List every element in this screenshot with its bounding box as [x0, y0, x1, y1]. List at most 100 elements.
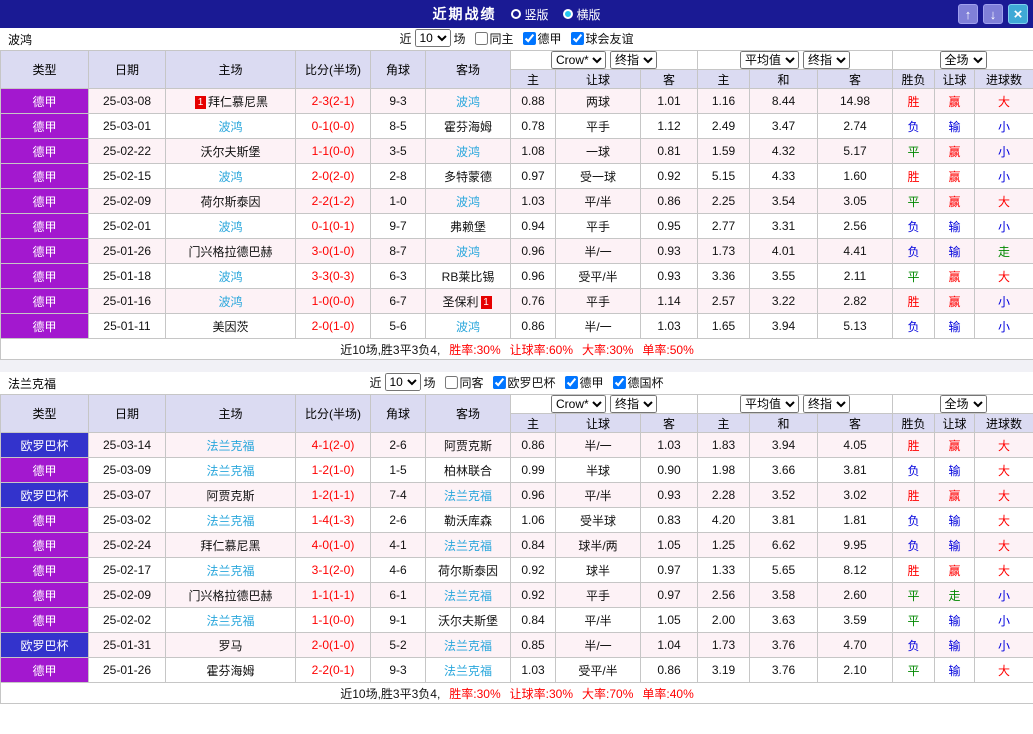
- filter-checkbox-item[interactable]: 德国杯: [613, 374, 664, 391]
- odds-company-select[interactable]: Crow*: [551, 51, 606, 69]
- filter-checkbox[interactable]: [474, 32, 487, 45]
- scroll-down-button[interactable]: ↓: [983, 4, 1003, 24]
- score-cell[interactable]: 1-1(0-0): [296, 139, 371, 164]
- away-team-name[interactable]: 法兰克福: [444, 539, 492, 553]
- home-team-name[interactable]: 波鸿: [218, 270, 242, 284]
- scroll-up-button[interactable]: ↑: [958, 4, 978, 24]
- filter-checkbox-item[interactable]: 德甲: [565, 374, 604, 391]
- filter-checkbox-item[interactable]: 同客: [444, 374, 483, 391]
- score-cell[interactable]: 3-1(2-0): [296, 558, 371, 583]
- layout-radio-vertical[interactable]: 竖版: [510, 6, 548, 23]
- home-team-name[interactable]: 波鸿: [218, 120, 242, 134]
- score-cell[interactable]: 0-1(0-0): [296, 114, 371, 139]
- handicap-result-cell: 赢: [935, 139, 975, 164]
- away-team-name[interactable]: 波鸿: [456, 145, 480, 159]
- score-cell[interactable]: 1-2(1-1): [296, 483, 371, 508]
- home-team-name[interactable]: 拜仁慕尼黑: [208, 95, 268, 109]
- home-team-name[interactable]: 门兴格拉德巴赫: [188, 589, 272, 603]
- score-cell[interactable]: 4-0(1-0): [296, 533, 371, 558]
- avg-type-select[interactable]: 平均值: [740, 51, 799, 69]
- handicap-result-cell: 赢: [935, 164, 975, 189]
- filter-checkbox[interactable]: [613, 376, 626, 389]
- home-team-name[interactable]: 法兰克福: [206, 514, 254, 528]
- away-team-name[interactable]: 法兰克福: [444, 639, 492, 653]
- home-team-name[interactable]: 罗马: [218, 639, 242, 653]
- home-team-name[interactable]: 阿贾克斯: [206, 489, 254, 503]
- home-team-name[interactable]: 美因茨: [212, 320, 248, 334]
- up-arrow-icon: ↑: [965, 8, 972, 21]
- summary-stat: 单率:50%: [642, 343, 693, 357]
- away-team-name[interactable]: 波鸿: [456, 245, 480, 259]
- games-count-select[interactable]: 10: [384, 373, 420, 391]
- home-team-name[interactable]: 波鸿: [218, 295, 242, 309]
- score-cell[interactable]: 1-0(0-0): [296, 289, 371, 314]
- away-team-name[interactable]: 法兰克福: [444, 489, 492, 503]
- score-cell[interactable]: 3-3(0-3): [296, 264, 371, 289]
- home-team-name[interactable]: 法兰克福: [206, 439, 254, 453]
- score-cell[interactable]: 2-0(1-0): [296, 633, 371, 658]
- home-team-name[interactable]: 门兴格拉德巴赫: [188, 245, 272, 259]
- home-team-name[interactable]: 荷尔斯泰因: [200, 195, 260, 209]
- home-team-name[interactable]: 法兰克福: [206, 614, 254, 628]
- away-team-name[interactable]: 弗赖堡: [450, 220, 486, 234]
- avg-stage-select[interactable]: 终指: [803, 51, 850, 69]
- away-team-name[interactable]: 柏林联合: [444, 464, 492, 478]
- away-team-name[interactable]: 霍芬海姆: [444, 120, 492, 134]
- score-cell[interactable]: 2-2(1-2): [296, 189, 371, 214]
- score-cell[interactable]: 3-0(1-0): [296, 239, 371, 264]
- score-cell[interactable]: 1-1(0-0): [296, 608, 371, 633]
- away-team-cell: 勒沃库森: [426, 508, 511, 533]
- away-team-name[interactable]: 勒沃库森: [444, 514, 492, 528]
- layout-radio-horizontal[interactable]: 横版: [563, 6, 601, 23]
- away-team-name[interactable]: 波鸿: [456, 195, 480, 209]
- away-team-name[interactable]: 波鸿: [456, 95, 480, 109]
- away-team-name[interactable]: 圣保利: [442, 295, 478, 309]
- away-team-name[interactable]: 多特蒙德: [444, 170, 492, 184]
- avg-stage-select[interactable]: 终指: [803, 395, 850, 413]
- odds-company-select[interactable]: Crow*: [551, 395, 606, 413]
- filter-checkbox-item[interactable]: 欧罗巴杯: [493, 374, 556, 391]
- away-team-name[interactable]: 阿贾克斯: [444, 439, 492, 453]
- close-button[interactable]: ×: [1008, 4, 1028, 24]
- away-odds-cell: 0.92: [641, 164, 698, 189]
- score-cell[interactable]: 1-4(1-3): [296, 508, 371, 533]
- home-team-name[interactable]: 波鸿: [218, 220, 242, 234]
- odds-stage-select[interactable]: 终指: [610, 395, 657, 413]
- away-team-name[interactable]: 法兰克福: [444, 589, 492, 603]
- filter-checkbox-item[interactable]: 德甲: [523, 30, 562, 47]
- away-team-name[interactable]: 法兰克福: [444, 664, 492, 678]
- away-team-name[interactable]: 波鸿: [456, 320, 480, 334]
- avg-type-select[interactable]: 平均值: [740, 395, 799, 413]
- scope-select[interactable]: 全场: [940, 51, 987, 69]
- home-team-name[interactable]: 法兰克福: [206, 464, 254, 478]
- games-count-select[interactable]: 10: [414, 29, 450, 47]
- score-cell[interactable]: 2-0(1-0): [296, 314, 371, 339]
- home-team-name[interactable]: 拜仁慕尼黑: [200, 539, 260, 553]
- score-cell[interactable]: 1-2(1-0): [296, 458, 371, 483]
- score-cell[interactable]: 2-3(2-1): [296, 89, 371, 114]
- score-cell[interactable]: 2-0(2-0): [296, 164, 371, 189]
- date-cell: 25-02-22: [89, 139, 166, 164]
- away-team-name[interactable]: 荷尔斯泰因: [438, 564, 498, 578]
- away-team-name[interactable]: RB莱比锡: [442, 270, 495, 284]
- score-cell[interactable]: 4-1(2-0): [296, 433, 371, 458]
- home-team-name[interactable]: 波鸿: [218, 170, 242, 184]
- home-team-name[interactable]: 霍芬海姆: [206, 664, 254, 678]
- home-team-name[interactable]: 沃尔夫斯堡: [200, 145, 260, 159]
- filter-checkbox-item[interactable]: 同主: [474, 30, 513, 47]
- filter-checkbox[interactable]: [565, 376, 578, 389]
- filter-checkbox[interactable]: [571, 32, 584, 45]
- date-cell: 25-01-26: [89, 658, 166, 683]
- score-cell[interactable]: 0-1(0-1): [296, 214, 371, 239]
- avg-away-cell: 4.41: [818, 239, 893, 264]
- score-cell[interactable]: 2-2(0-1): [296, 658, 371, 683]
- filter-checkbox-item[interactable]: 球会友谊: [571, 30, 634, 47]
- filter-checkbox[interactable]: [444, 376, 457, 389]
- filter-checkbox[interactable]: [493, 376, 506, 389]
- filter-checkbox[interactable]: [523, 32, 536, 45]
- odds-stage-select[interactable]: 终指: [610, 51, 657, 69]
- home-team-name[interactable]: 法兰克福: [206, 564, 254, 578]
- away-team-name[interactable]: 沃尔夫斯堡: [438, 614, 498, 628]
- scope-select[interactable]: 全场: [940, 395, 987, 413]
- score-cell[interactable]: 1-1(1-1): [296, 583, 371, 608]
